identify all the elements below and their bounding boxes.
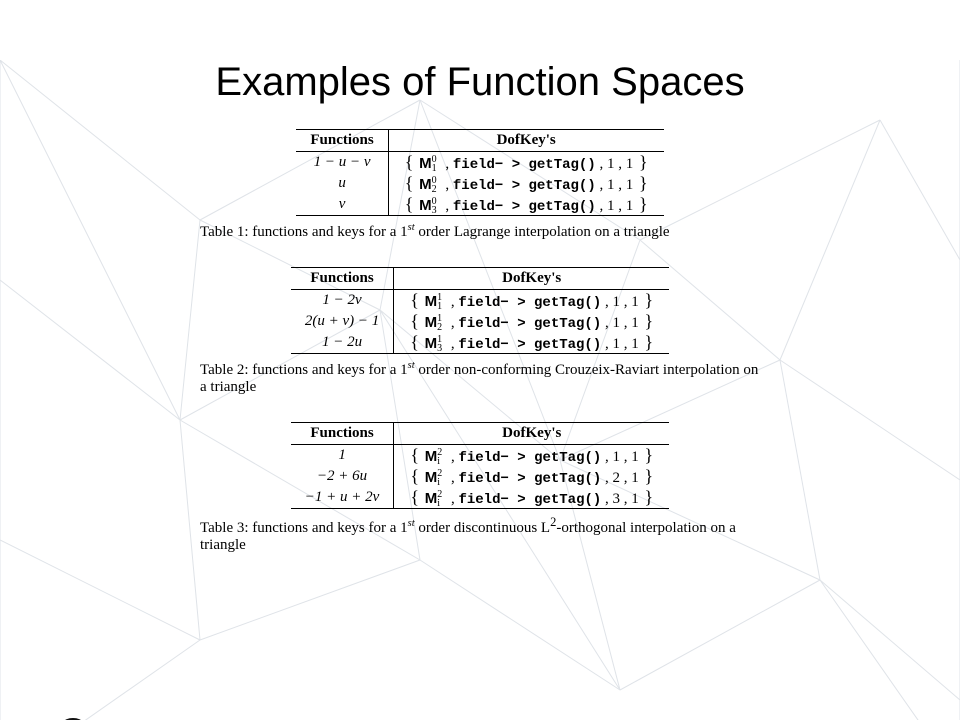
table-2-dof-2: { M12 , field− > getTag() , 1 , 1 }: [394, 311, 669, 332]
table-3: Functions DofKey's 1 { M2i , field− > ge…: [291, 422, 669, 509]
table-row: 1 − 2v { M11 , field− > getTag() , 1 , 1…: [291, 290, 669, 312]
table-row: u { M02 , field− > getTag() , 1 , 1 }: [296, 173, 663, 194]
table-3-func-1: 1: [291, 445, 394, 467]
table-row: 1 − u − v { M01 , field− > getTag() , 1 …: [296, 152, 663, 174]
table-2-func-3: 1 − 2u: [291, 332, 394, 354]
table-1-dof-2: { M02 , field− > getTag() , 1 , 1 }: [388, 173, 663, 194]
table-1-dof-1: { M01 , field− > getTag() , 1 , 1 }: [388, 152, 663, 174]
table-1-head-functions: Functions: [296, 130, 388, 152]
table-1-func-1: 1 − u − v: [296, 152, 388, 174]
table-3-head-functions: Functions: [291, 423, 394, 445]
table-2-func-2: 2(u + v) − 1: [291, 311, 394, 332]
slide-title: Examples of Function Spaces: [0, 60, 960, 105]
table-2-func-1: 1 − 2v: [291, 290, 394, 312]
table-3-func-3: −1 + u + 2v: [291, 487, 394, 509]
table-1-func-3: v: [296, 194, 388, 216]
table-2: Functions DofKey's 1 − 2v { M11 , field−…: [291, 267, 669, 354]
table-2-caption: Table 2: functions and keys for a 1st or…: [200, 360, 760, 396]
table-row: −1 + u + 2v { M2i , field− > getTag() , …: [291, 487, 669, 509]
table-3-dof-3: { M2i , field− > getTag() , 3 , 1 }: [394, 487, 669, 509]
table-row: 1 { M2i , field− > getTag() , 1 , 1 }: [291, 445, 669, 467]
table-3-head-dofkeys: DofKey's: [394, 423, 669, 445]
table-row: −2 + 6u { M2i , field− > getTag() , 2 , …: [291, 466, 669, 487]
table-1-func-2: u: [296, 173, 388, 194]
table-1-head-dofkeys: DofKey's: [388, 130, 663, 152]
table-2-dof-3: { M13 , field− > getTag() , 1 , 1 }: [394, 332, 669, 354]
table-1-caption: Table 1: functions and keys for a 1st or…: [200, 222, 760, 241]
table-row: 1 − 2u { M13 , field− > getTag() , 1 , 1…: [291, 332, 669, 354]
table-1-dof-3: { M03 , field− > getTag() , 1 , 1 }: [388, 194, 663, 216]
table-2-dof-1: { M11 , field− > getTag() , 1 , 1 }: [394, 290, 669, 312]
table-row: 2(u + v) − 1 { M12 , field− > getTag() ,…: [291, 311, 669, 332]
slide: Examples of Function Spaces Functions Do…: [0, 60, 960, 720]
table-3-func-2: −2 + 6u: [291, 466, 394, 487]
table-row: v { M03 , field− > getTag() , 1 , 1 }: [296, 194, 663, 216]
table-2-head-functions: Functions: [291, 268, 394, 290]
tables-container: Functions DofKey's 1 − u − v { M01 , fie…: [160, 129, 800, 554]
table-2-head-dofkeys: DofKey's: [394, 268, 669, 290]
table-3-dof-2: { M2i , field− > getTag() , 2 , 1 }: [394, 466, 669, 487]
table-3-dof-1: { M2i , field− > getTag() , 1 , 1 }: [394, 445, 669, 467]
table-3-caption: Table 3: functions and keys for a 1st or…: [200, 515, 760, 554]
table-1: Functions DofKey's 1 − u − v { M01 , fie…: [296, 129, 663, 216]
